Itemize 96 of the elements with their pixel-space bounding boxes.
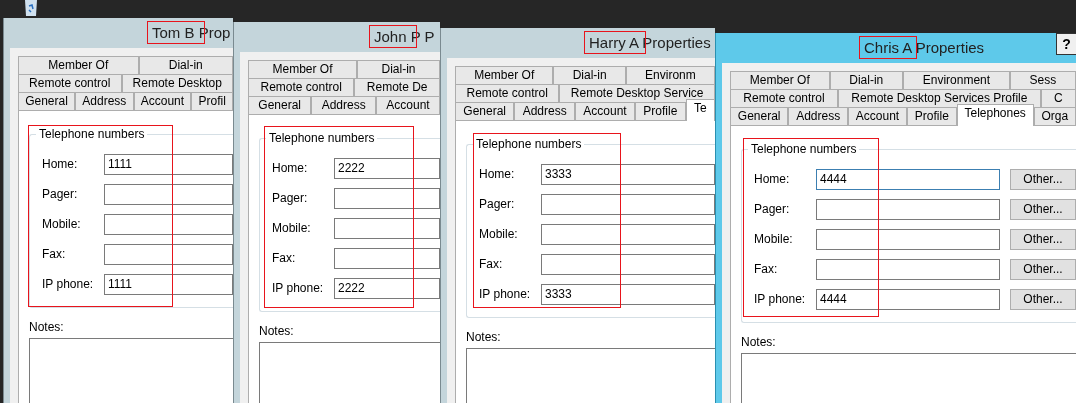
input-field[interactable] [541, 223, 715, 245]
input-field[interactable]: 4444 [816, 288, 1000, 310]
other-button[interactable]: Other... [1010, 288, 1076, 310]
input-field[interactable] [334, 247, 440, 269]
tab[interactable]: Address [75, 92, 134, 110]
input-field[interactable] [104, 183, 233, 205]
field-label: IP phone: [42, 277, 95, 291]
tab[interactable]: Remote control [730, 89, 838, 107]
notes-label: Notes: [466, 330, 502, 344]
tab[interactable]: Dial-in [553, 66, 626, 84]
input-field[interactable]: 3333 [541, 283, 715, 305]
help-button[interactable]: ? [1056, 33, 1076, 55]
input-field[interactable]: 3333 [541, 163, 715, 185]
group-title: Telephone numbers [473, 137, 585, 151]
field-label: Fax: [42, 247, 67, 261]
tab[interactable]: Member Of [248, 60, 357, 78]
field-label: Home: [479, 167, 516, 181]
tab[interactable]: Account [848, 107, 907, 125]
input-field[interactable] [334, 217, 440, 239]
group-title: Telephone numbers [266, 131, 378, 145]
tab[interactable]: Remote Desktop Services Profile [838, 89, 1041, 107]
tab[interactable]: Member Of [455, 66, 554, 84]
field-label: Pager: [272, 191, 309, 205]
tab[interactable]: Telephones [956, 104, 1034, 126]
notes-label: Notes: [259, 324, 295, 338]
notes-label: Notes: [741, 335, 777, 349]
field-label: Pager: [42, 187, 79, 201]
field-label: Home: [42, 157, 79, 171]
input-field[interactable]: 2222 [334, 277, 440, 299]
field-label: IP phone: [272, 281, 325, 295]
input-field[interactable]: 1111 [104, 153, 233, 175]
tab[interactable]: Dial-in [138, 56, 233, 74]
input-field[interactable] [104, 213, 233, 235]
tab[interactable]: Environm [625, 66, 715, 84]
tab[interactable]: Account [575, 102, 635, 120]
tab[interactable]: Remote control [248, 78, 355, 96]
input-field[interactable] [541, 253, 715, 275]
window-title: Chris A Properties [859, 36, 987, 59]
tab[interactable]: Address [311, 96, 376, 114]
tab[interactable]: Sess [1009, 71, 1076, 89]
group-title: Telephone numbers [36, 127, 148, 141]
tab[interactable]: Profile [907, 107, 957, 125]
group-title: Telephone numbers [748, 142, 860, 156]
input-field[interactable]: 2222 [334, 157, 440, 179]
tab[interactable]: Remote Desktop Service [559, 84, 715, 102]
tab[interactable]: General [730, 107, 789, 125]
tab[interactable]: Profil [191, 92, 233, 110]
tab[interactable]: Remote control [455, 84, 560, 102]
tab[interactable]: General [455, 102, 515, 120]
tab[interactable]: General [248, 96, 312, 114]
input-field[interactable] [104, 243, 233, 265]
field-label: Fax: [754, 262, 779, 276]
field-label: Home: [754, 172, 791, 186]
field-label: Home: [272, 161, 309, 175]
tab[interactable]: Address [788, 107, 848, 125]
field-label: Mobile: [754, 232, 794, 246]
tab[interactable]: Dial-in [829, 71, 903, 89]
input-field[interactable] [334, 187, 440, 209]
tab[interactable]: C [1040, 89, 1076, 107]
input-field[interactable]: 4444 [816, 168, 1000, 190]
tab[interactable]: Dial-in [357, 60, 440, 78]
other-button[interactable]: Other... [1010, 168, 1076, 190]
tab[interactable]: Profile [635, 102, 686, 120]
field-label: IP phone: [479, 287, 532, 301]
field-label: Fax: [272, 251, 297, 265]
field-label: Mobile: [479, 227, 519, 241]
input-field[interactable] [816, 258, 1000, 280]
tab[interactable]: Remote control [18, 74, 122, 92]
field-label: Mobile: [272, 221, 312, 235]
tab[interactable]: Member Of [730, 71, 830, 89]
other-button[interactable]: Other... [1010, 198, 1076, 220]
tab[interactable]: General [18, 92, 76, 110]
notes-field[interactable] [29, 338, 233, 403]
tab[interactable]: Remote Desktop [121, 74, 233, 92]
field-label: Mobile: [42, 217, 82, 231]
tab[interactable]: Address [514, 102, 575, 120]
field-label: IP phone: [754, 292, 807, 306]
tab[interactable]: Environment [903, 71, 1010, 89]
tab[interactable]: Remote De [354, 78, 440, 96]
input-field[interactable] [816, 198, 1000, 220]
tab[interactable]: Te [685, 99, 715, 121]
tab[interactable]: Account [376, 96, 440, 114]
input-field[interactable] [816, 228, 1000, 250]
input-field[interactable] [541, 193, 715, 215]
tab[interactable]: Orga [1033, 107, 1076, 125]
other-button[interactable]: Other... [1010, 228, 1076, 250]
tab[interactable]: Account [133, 92, 192, 110]
other-button[interactable]: Other... [1010, 258, 1076, 280]
notes-label: Notes: [29, 320, 65, 334]
notes-field[interactable] [259, 342, 440, 403]
recycle-bin-icon[interactable] [24, 0, 38, 16]
field-label: Fax: [479, 257, 504, 271]
field-label: Pager: [754, 202, 791, 216]
tab[interactable]: Member Of [18, 56, 139, 74]
input-field[interactable]: 1111 [104, 273, 233, 295]
field-label: Pager: [479, 197, 516, 211]
